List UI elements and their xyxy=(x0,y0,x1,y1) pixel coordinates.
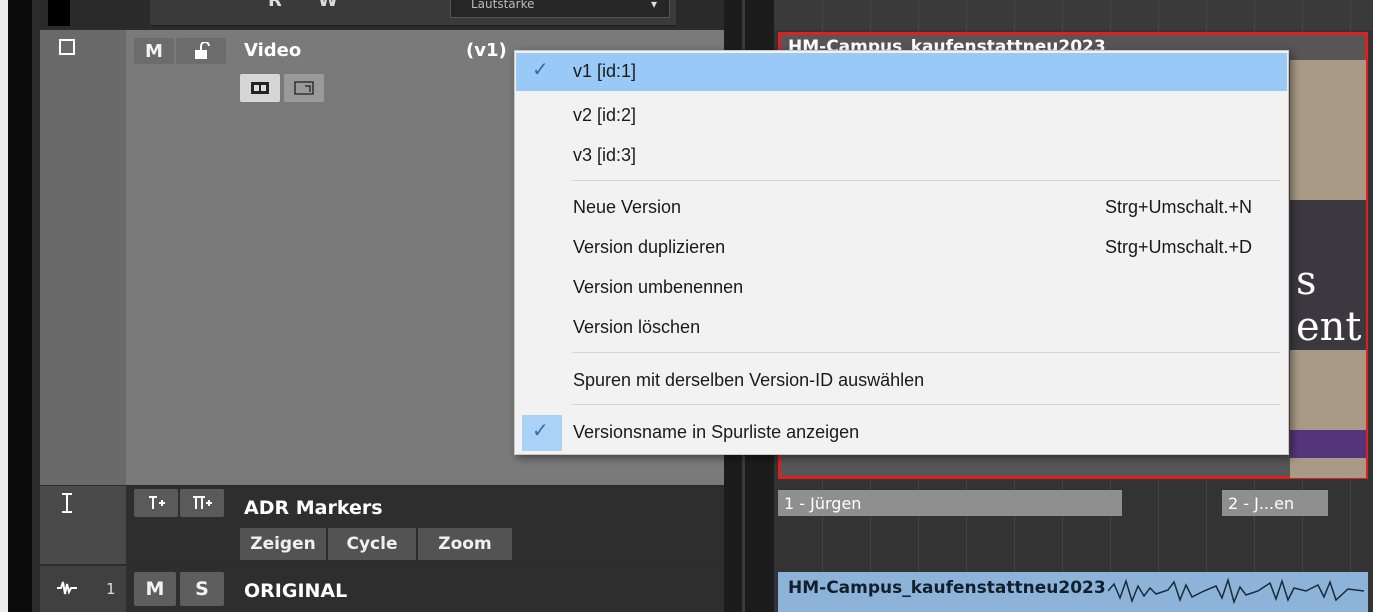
video-lock-button[interactable] xyxy=(176,38,226,64)
menu-item-select-same-version-id[interactable]: Spuren mit derselben Version-ID auswähle… xyxy=(516,362,1287,400)
automation-lane xyxy=(774,0,1373,30)
left-zone-bar xyxy=(8,0,32,612)
video-overlay-text: s xyxy=(1296,258,1317,304)
video-lower-third xyxy=(1290,430,1366,458)
menu-separator xyxy=(572,404,1280,405)
unlock-icon xyxy=(195,42,210,59)
automation-parameter-dropdown[interactable]: Lautstärke ▾ xyxy=(450,0,670,18)
menu-item-shortcut: Strg+Umschalt.+N xyxy=(1104,197,1252,217)
thumbnail-mode-button[interactable] xyxy=(240,74,280,102)
add-cycle-marker-icon xyxy=(193,496,212,509)
original-solo-button[interactable]: S xyxy=(180,572,224,606)
menu-separator xyxy=(572,180,1280,181)
adr-cycle-button[interactable]: Cycle xyxy=(328,528,416,560)
read-automation-button[interactable]: R xyxy=(268,0,282,11)
track-number: 1 xyxy=(106,580,116,598)
menu-item-version-v2[interactable]: v2 [id:2] xyxy=(516,97,1287,135)
adr-track-side xyxy=(40,486,126,564)
add-marker-button[interactable] xyxy=(134,489,178,517)
marker-event[interactable]: 2 - J...en xyxy=(1222,490,1328,516)
version-context-menu: ✓ v1 [id:1] v2 [id:2] v3 [id:3] Neue Ver… xyxy=(514,50,1289,455)
original-mute-button[interactable]: M xyxy=(134,572,176,606)
menu-item-show-version-name[interactable]: ✓ Versionsname in Spurliste anzeigen xyxy=(516,414,1287,452)
write-automation-button[interactable]: W xyxy=(318,0,338,11)
menu-item-version-v3[interactable]: v3 [id:3] xyxy=(516,137,1287,175)
audio-waveform-icon xyxy=(57,581,77,595)
automation-parameter-value: Lautstärke xyxy=(471,0,535,11)
aspect-ratio-button[interactable] xyxy=(284,74,324,102)
add-marker-icon xyxy=(149,496,165,509)
menu-item-label: Version duplizieren xyxy=(573,237,726,257)
menu-item-label: Spuren mit derselben Version-ID auswähle… xyxy=(573,370,925,390)
checkmark-icon: ✓ xyxy=(532,418,549,442)
adr-zoom-button[interactable]: Zoom xyxy=(418,528,512,560)
checkmark-icon: ✓ xyxy=(532,57,549,81)
video-overlay-text: ent xyxy=(1296,304,1362,350)
film-icon xyxy=(251,82,269,94)
automation-controls: R W Lautstärke ▾ xyxy=(150,0,676,26)
adr-track-name: ADR Markers xyxy=(244,497,383,519)
menu-item-delete-version[interactable]: Version löschen xyxy=(516,309,1287,347)
menu-separator xyxy=(572,352,1280,353)
video-track-side xyxy=(40,30,126,485)
menu-item-label: v1 [id:1] xyxy=(573,61,637,81)
original-track-side: 1 xyxy=(40,566,126,612)
menu-item-label: v3 [id:3] xyxy=(573,145,637,165)
adr-show-button[interactable]: Zeigen xyxy=(240,528,326,560)
audio-event-title: HM-Campus_kaufenstattneu2023 xyxy=(788,578,1106,598)
menu-item-label: Version umbenennen xyxy=(573,277,744,297)
aspect-ratio-icon xyxy=(294,81,314,95)
video-track-name: Video xyxy=(244,40,302,61)
add-cycle-marker-button[interactable] xyxy=(180,489,224,517)
menu-item-label: Neue Version xyxy=(573,197,682,217)
menu-item-label: v2 [id:2] xyxy=(573,105,637,125)
menu-item-new-version[interactable]: Neue Version Strg+Umschalt.+N xyxy=(516,189,1287,227)
video-track-icon xyxy=(59,39,75,55)
original-track-name: ORIGINAL xyxy=(244,580,348,602)
video-version-label[interactable]: (v1) xyxy=(466,40,507,61)
menu-item-duplicate-version[interactable]: Version duplizieren Strg+Umschalt.+D xyxy=(516,229,1287,267)
menu-item-rename-version[interactable]: Version umbenennen xyxy=(516,269,1287,307)
menu-item-label: Versionsname in Spurliste anzeigen xyxy=(573,422,860,442)
automation-color-strip xyxy=(48,0,70,26)
menu-item-label: Version löschen xyxy=(573,317,701,337)
menu-item-shortcut: Strg+Umschalt.+D xyxy=(1104,237,1252,257)
window-edge xyxy=(0,0,8,612)
audio-waveform xyxy=(1108,577,1364,605)
menu-item-version-v1[interactable]: ✓ v1 [id:1] xyxy=(516,53,1287,91)
video-mute-button[interactable]: M xyxy=(134,38,174,64)
marker-track-icon xyxy=(62,493,72,513)
chevron-down-icon: ▾ xyxy=(651,0,658,11)
marker-event[interactable]: 1 - Jürgen xyxy=(778,490,1122,516)
